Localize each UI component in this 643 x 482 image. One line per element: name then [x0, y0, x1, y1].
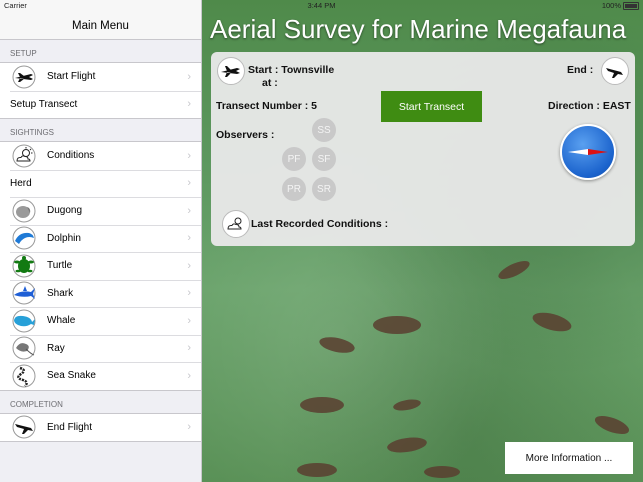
- dugong-icon: [10, 199, 38, 223]
- chevron-right-icon: ›: [187, 287, 191, 300]
- transect-number: Transect Number : 5: [216, 100, 317, 112]
- sightings-group: Conditions › Herd › Dugong › Dolphin › T…: [0, 141, 201, 391]
- cloud-sun-icon: [10, 144, 38, 168]
- sidebar-item-label: Dugong: [47, 205, 83, 217]
- observer-badge[interactable]: PR: [282, 177, 306, 201]
- sidebar-item-dolphin[interactable]: Dolphin ›: [0, 224, 201, 253]
- sidebar-title: Main Menu: [72, 20, 129, 32]
- setup-group: Start Flight › Setup Transect ›: [0, 62, 201, 119]
- start-time: at :: [262, 77, 278, 89]
- sidebar-item-setup-transect[interactable]: Setup Transect ›: [0, 90, 201, 119]
- sidebar-item-start-flight[interactable]: Start Flight ›: [0, 63, 201, 91]
- sidebar-item-turtle[interactable]: Turtle ›: [0, 252, 201, 280]
- section-title-setup: SETUP: [10, 49, 37, 58]
- observer-badge[interactable]: SR: [312, 177, 336, 201]
- chevron-right-icon: ›: [187, 342, 191, 355]
- sidebar-item-label: Turtle: [47, 260, 73, 272]
- status-bar: Carrier 3:44 PM 100%: [0, 0, 643, 12]
- start-airplane-icon: [217, 57, 245, 85]
- compass-icon: [560, 124, 616, 180]
- sidebar-item-label: Ray: [47, 342, 65, 354]
- section-title-completion: COMPLETION: [10, 399, 63, 409]
- airplane-landing-icon: [10, 415, 38, 439]
- sidebar-item-whale[interactable]: Whale ›: [0, 307, 201, 335]
- battery-icon: [623, 1, 639, 10]
- sidebar-item-sea-snake[interactable]: Sea Snake ›: [0, 362, 201, 390]
- airplane-icon: [10, 65, 38, 89]
- section-title-sightings: SIGHTINGS: [10, 128, 55, 137]
- chevron-right-icon: ›: [187, 314, 191, 327]
- end-location: End :: [567, 64, 594, 76]
- chevron-right-icon: ›: [187, 149, 191, 162]
- observers-label: Observers :: [216, 129, 275, 141]
- start-transect-button[interactable]: Start Transect: [381, 91, 482, 122]
- sea-snake-icon: [10, 364, 38, 388]
- last-conditions-label: Last Recorded Conditions :: [251, 218, 389, 230]
- sidebar: Main Menu SETUP Start Flight › Setup Tra…: [0, 0, 202, 482]
- whale-icon: [10, 309, 38, 333]
- observer-badge[interactable]: SS: [312, 118, 336, 142]
- sidebar-item-conditions[interactable]: Conditions ›: [0, 142, 201, 170]
- clock: 3:44 PM: [307, 1, 336, 10]
- battery-percent: 100%: [601, 1, 621, 10]
- sidebar-item-label: End Flight: [47, 421, 93, 433]
- start-location: Start : Townsville: [248, 64, 335, 76]
- chevron-right-icon: ›: [187, 98, 191, 111]
- sidebar-item-label: Start Flight: [47, 71, 96, 83]
- direction-label: Direction : EAST: [548, 100, 631, 112]
- battery-indicator: 100%: [602, 1, 639, 10]
- sidebar-item-dugong[interactable]: Dugong ›: [0, 197, 201, 225]
- chevron-right-icon: ›: [187, 204, 191, 217]
- sidebar-item-shark[interactable]: Shark ›: [0, 279, 201, 308]
- turtle-icon: [10, 254, 38, 278]
- ray-icon: [10, 336, 38, 360]
- sidebar-item-label: Herd: [10, 177, 32, 189]
- observer-badge[interactable]: SF: [312, 147, 336, 171]
- more-information-button[interactable]: More Information ...: [505, 442, 633, 474]
- observer-badge[interactable]: PF: [282, 147, 306, 171]
- chevron-right-icon: ›: [187, 70, 191, 83]
- sidebar-item-label: Dolphin: [47, 232, 81, 244]
- flight-status-panel: Start : Townsville at : End : Transect N…: [211, 52, 635, 246]
- shark-icon: [10, 281, 38, 305]
- end-airplane-icon: [601, 57, 629, 85]
- main-area: Aerial Survey for Marine Megafauna Start…: [202, 0, 643, 482]
- completion-group: End Flight ›: [0, 412, 201, 442]
- chevron-right-icon: ›: [187, 232, 191, 245]
- sidebar-item-end-flight[interactable]: End Flight ›: [0, 414, 201, 442]
- sidebar-item-label: Shark: [47, 287, 74, 299]
- dolphin-icon: [10, 226, 38, 250]
- sidebar-item-label: Conditions: [47, 150, 95, 162]
- sidebar-item-ray[interactable]: Ray ›: [0, 334, 201, 363]
- sidebar-item-herd[interactable]: Herd ›: [0, 169, 201, 198]
- chevron-right-icon: ›: [187, 259, 191, 272]
- sidebar-item-label: Whale: [47, 315, 76, 327]
- conditions-cloud-sun-icon: [222, 210, 250, 238]
- chevron-right-icon: ›: [187, 421, 191, 434]
- chevron-right-icon: ›: [187, 177, 191, 190]
- sidebar-item-label: Sea Snake: [47, 370, 96, 382]
- page-title: Aerial Survey for Marine Megafauna: [210, 14, 627, 44]
- sidebar-item-label: Setup Transect: [10, 98, 78, 110]
- chevron-right-icon: ›: [187, 369, 191, 382]
